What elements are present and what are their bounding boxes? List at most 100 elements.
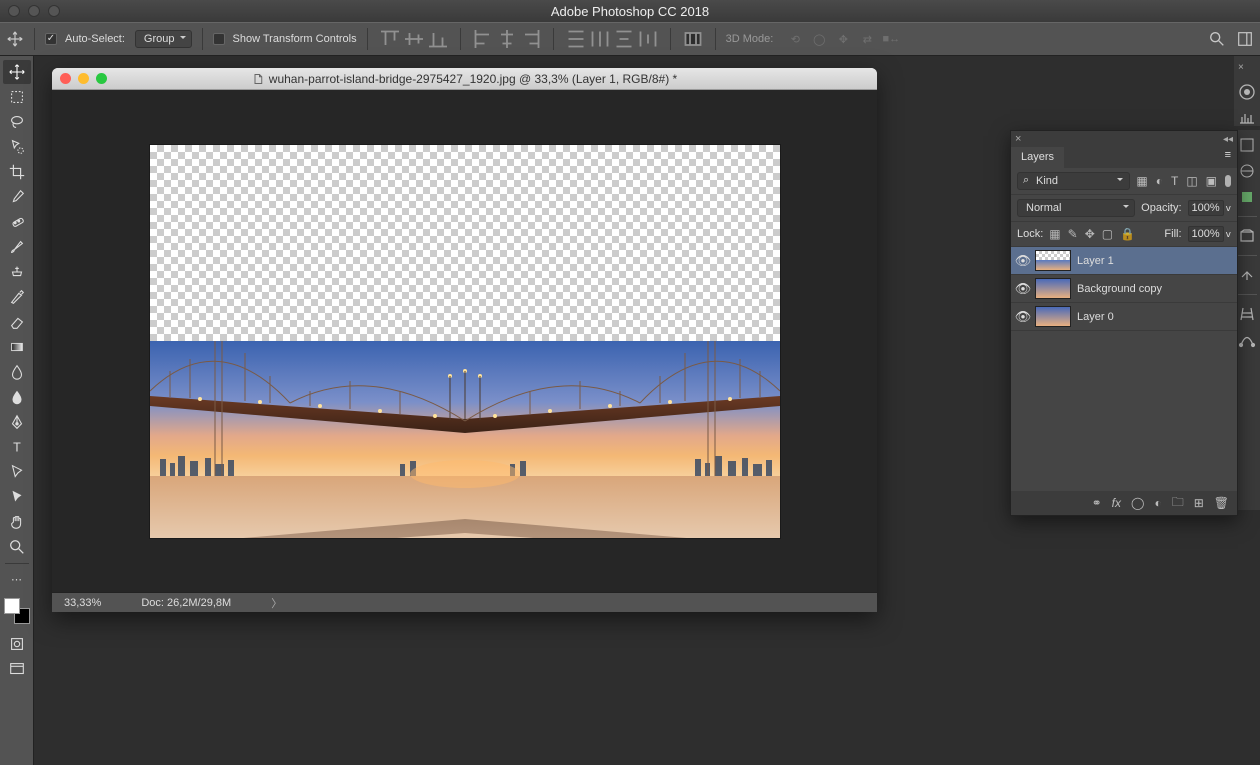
align-bottom-icon[interactable] xyxy=(426,27,450,51)
status-flyout-icon[interactable]: 〉 xyxy=(271,595,282,611)
lock-position-icon[interactable]: ✥ xyxy=(1085,227,1095,241)
layer-filter-kind[interactable]: Kind xyxy=(1017,172,1130,190)
zoom-level[interactable]: 33,33% xyxy=(64,597,101,609)
clone-stamp-tool[interactable] xyxy=(3,260,31,284)
delete-layer-icon[interactable]: 🗑 xyxy=(1214,496,1229,510)
blur-tool[interactable] xyxy=(3,360,31,384)
layers-tab[interactable]: Layers xyxy=(1011,147,1064,168)
screen-mode-icon[interactable] xyxy=(3,657,31,681)
layer-row[interactable]: 👁 Layer 1 xyxy=(1011,247,1237,275)
edit-toolbar-icon[interactable]: ⋯ xyxy=(3,567,31,591)
layer-mask-icon[interactable]: ◯ xyxy=(1131,496,1144,510)
lock-transparent-icon[interactable]: ▦ xyxy=(1049,227,1060,241)
opacity-field[interactable]: 100%ⅴ xyxy=(1188,200,1231,216)
quick-mask-icon[interactable] xyxy=(3,632,31,656)
dist-2-icon[interactable] xyxy=(588,27,612,51)
swatches-panel-icon[interactable] xyxy=(1238,109,1256,127)
blend-mode-dropdown[interactable]: Normal xyxy=(1017,199,1135,217)
canvas-area[interactable] xyxy=(52,90,877,592)
lock-all-icon[interactable]: 🔒 xyxy=(1120,227,1135,241)
align-right-icon[interactable] xyxy=(519,27,543,51)
dist-1-icon[interactable] xyxy=(564,27,588,51)
align-hcenter-icon[interactable] xyxy=(495,27,519,51)
move-tool-options-icon[interactable] xyxy=(6,30,24,48)
color-panel-icon[interactable] xyxy=(1238,83,1256,101)
align-group-1 xyxy=(378,27,450,51)
filter-smart-icon[interactable]: ▣ xyxy=(1206,174,1217,188)
transform-controls-checkbox[interactable]: Show Transform Controls xyxy=(213,33,357,45)
dist-3-icon[interactable] xyxy=(612,27,636,51)
mode3d-pan-icon: ✥ xyxy=(831,27,855,51)
marquee-tool[interactable] xyxy=(3,85,31,109)
eraser-tool[interactable] xyxy=(3,310,31,334)
adjustments-panel-icon[interactable] xyxy=(1238,162,1256,180)
canvas[interactable] xyxy=(150,145,780,538)
lock-pixels-icon[interactable]: ✎ xyxy=(1068,227,1078,241)
paths-panel-icon[interactable] xyxy=(1238,331,1256,349)
workspace-switcher-icon[interactable] xyxy=(1236,30,1254,48)
link-layers-icon[interactable]: ⚭ xyxy=(1092,496,1102,510)
move-tool[interactable] xyxy=(3,60,31,84)
document-titlebar[interactable]: wuhan-parrot-island-bridge-2975427_1920.… xyxy=(52,68,877,90)
search-icon[interactable] xyxy=(1208,30,1226,48)
layer-name[interactable]: Background copy xyxy=(1077,283,1162,295)
panel-close-icon[interactable]: × xyxy=(1015,133,1021,145)
history-panel-icon[interactable] xyxy=(1238,227,1256,245)
type-tool[interactable]: T xyxy=(3,435,31,459)
direct-select-tool[interactable] xyxy=(3,485,31,509)
filter-toggle-icon[interactable] xyxy=(1225,175,1231,187)
dist-4-icon[interactable] xyxy=(636,27,660,51)
adjustment-layer-icon[interactable]: ◐ xyxy=(1154,496,1161,510)
layer-thumb[interactable] xyxy=(1035,278,1071,299)
align-top-icon[interactable] xyxy=(378,27,402,51)
filter-pixel-icon[interactable]: ▦ xyxy=(1136,174,1147,188)
libraries-panel-icon[interactable] xyxy=(1238,136,1256,154)
layer-thumb[interactable] xyxy=(1035,306,1071,327)
brush-tool[interactable] xyxy=(3,235,31,259)
visibility-eye-icon[interactable]: 👁 xyxy=(1011,281,1035,297)
checkbox-icon xyxy=(213,33,225,45)
lasso-tool[interactable] xyxy=(3,110,31,134)
panel-collapse-icon[interactable]: ◂◂ xyxy=(1223,134,1233,145)
eyedropper-tool[interactable] xyxy=(3,185,31,209)
svg-text:T: T xyxy=(13,441,21,455)
filter-type-icon[interactable]: T xyxy=(1171,174,1178,188)
filter-adjust-icon[interactable]: ◐ xyxy=(1156,174,1163,188)
layer-name[interactable]: Layer 0 xyxy=(1077,311,1114,323)
layer-row[interactable]: 👁 Layer 0 xyxy=(1011,303,1237,331)
fill-field[interactable]: 100%ⅴ xyxy=(1188,226,1231,242)
hand-tool[interactable] xyxy=(3,510,31,534)
layer-fx-icon[interactable]: fx xyxy=(1112,496,1121,510)
history-brush-tool[interactable] xyxy=(3,285,31,309)
healing-tool[interactable] xyxy=(3,210,31,234)
styles-panel-icon[interactable] xyxy=(1238,188,1256,206)
align-left-icon[interactable] xyxy=(471,27,495,51)
visibility-eye-icon[interactable]: 👁 xyxy=(1011,253,1035,269)
pen-tool[interactable] xyxy=(3,410,31,434)
zoom-tool[interactable] xyxy=(3,535,31,559)
doc-size[interactable]: Doc: 26,2M/29,8M xyxy=(141,597,231,609)
foreground-color-swatch[interactable] xyxy=(4,598,20,614)
dock-close-icon[interactable]: × xyxy=(1238,62,1244,73)
lock-artboard-icon[interactable]: ▢ xyxy=(1102,227,1113,241)
color-swatches[interactable] xyxy=(4,598,30,624)
channels-panel-icon[interactable] xyxy=(1238,305,1256,323)
filter-shape-icon[interactable]: ◫ xyxy=(1186,174,1197,188)
layer-row[interactable]: 👁 Background copy xyxy=(1011,275,1237,303)
layer-name[interactable]: Layer 1 xyxy=(1077,255,1114,267)
align-vcenter-icon[interactable] xyxy=(402,27,426,51)
crop-tool[interactable] xyxy=(3,160,31,184)
dodge-tool[interactable] xyxy=(3,385,31,409)
gradient-tool[interactable] xyxy=(3,335,31,359)
properties-panel-icon[interactable] xyxy=(1238,266,1256,284)
auto-select-checkbox[interactable]: Auto-Select: xyxy=(45,33,125,45)
visibility-eye-icon[interactable]: 👁 xyxy=(1011,309,1035,325)
layer-thumb[interactable] xyxy=(1035,250,1071,271)
group-icon[interactable]: 🗀 xyxy=(1172,493,1184,514)
panel-menu-icon[interactable]: ≡ xyxy=(1219,147,1237,168)
auto-align-icon[interactable] xyxy=(681,27,705,51)
quick-select-tool[interactable] xyxy=(3,135,31,159)
new-layer-icon[interactable]: ⊞ xyxy=(1194,496,1204,510)
auto-select-dropdown[interactable]: Group xyxy=(135,30,192,48)
path-select-tool[interactable] xyxy=(3,460,31,484)
